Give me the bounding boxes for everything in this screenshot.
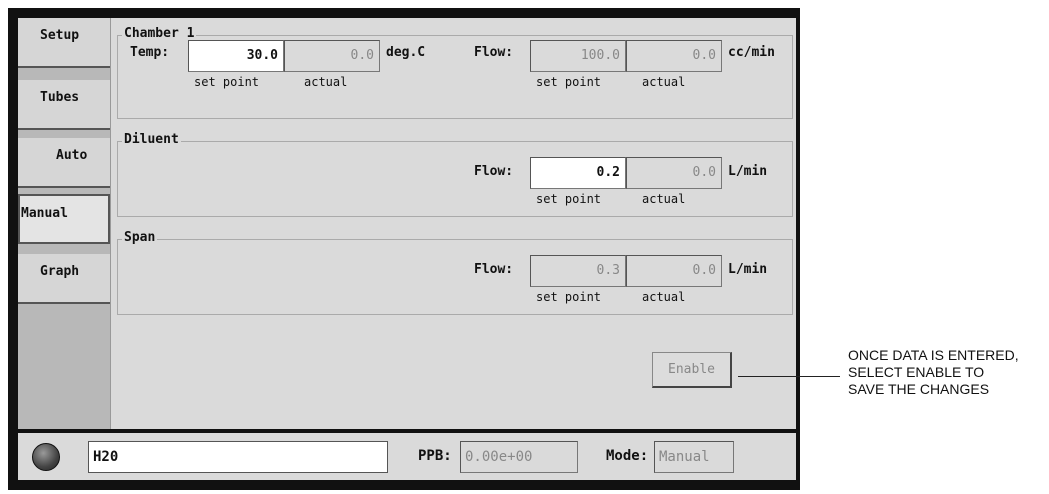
- tab-tubes[interactable]: Tubes: [18, 80, 110, 130]
- main-area: Setup Tubes Auto Manual Graph Chamber 1 …: [18, 18, 796, 429]
- diluent-flow-actual: 0.0: [626, 157, 722, 189]
- span-flow-setpoint[interactable]: 0.3: [530, 255, 626, 287]
- annotation-leader-line: [738, 376, 840, 377]
- tab-setup[interactable]: Setup: [18, 18, 110, 68]
- tab-manual[interactable]: Manual: [18, 194, 110, 244]
- span-setpoint-caption: set point: [536, 290, 602, 304]
- tab-graph-label: Graph: [40, 264, 80, 279]
- tab-setup-label: Setup: [40, 28, 80, 43]
- temp-unit: deg.C: [386, 45, 426, 60]
- manual-panel: Chamber 1 Temp: 30.0 0.0 deg.C set point…: [110, 18, 796, 429]
- span-flow-actual: 0.0: [626, 255, 722, 287]
- mode-label: Mode:: [606, 448, 649, 464]
- diluent-flow-label: Flow:: [474, 164, 514, 179]
- span-title: Span: [122, 230, 158, 245]
- ppb-label: PPB:: [418, 448, 452, 464]
- chamber-flow-actual: 0.0: [626, 40, 722, 72]
- chamber-flow-setpoint-caption: set point: [536, 75, 602, 89]
- mode-value: Manual: [654, 441, 734, 473]
- chamber-flow-actual-caption: actual: [642, 75, 686, 89]
- compound-name-field[interactable]: H20: [88, 441, 388, 473]
- span-flow-unit: L/min: [728, 262, 768, 277]
- span-flow-label: Flow:: [474, 262, 514, 277]
- tab-auto-label: Auto: [56, 148, 88, 163]
- diluent-flow-unit: L/min: [728, 164, 768, 179]
- diluent-group: Diluent Flow: 0.2 0.0 L/min set point ac…: [117, 132, 793, 217]
- chamber-flow-label: Flow:: [474, 45, 514, 60]
- status-led-icon: [32, 443, 60, 471]
- diluent-actual-caption: actual: [642, 192, 686, 206]
- temp-setpoint-input[interactable]: 30.0: [188, 40, 284, 72]
- temp-actual-value: 0.0: [284, 40, 380, 72]
- temp-actual-caption: actual: [304, 75, 348, 89]
- tab-bar: Setup Tubes Auto Manual Graph: [18, 18, 110, 429]
- chamber-flow-unit: cc/min: [728, 45, 775, 60]
- tab-graph[interactable]: Graph: [18, 254, 110, 304]
- ppb-value: 0.00e+00: [460, 441, 578, 473]
- temp-label: Temp:: [130, 45, 170, 60]
- tab-auto[interactable]: Auto: [18, 138, 110, 188]
- annotation-note: ONCE DATA IS ENTERED, SELECT ENABLE TO S…: [848, 347, 1019, 397]
- temp-setpoint-caption: set point: [194, 75, 260, 89]
- chamber-flow-setpoint[interactable]: 100.0: [530, 40, 626, 72]
- device-screen: Setup Tubes Auto Manual Graph Chamber 1 …: [8, 8, 800, 490]
- diluent-setpoint-caption: set point: [536, 192, 602, 206]
- enable-button[interactable]: Enable: [652, 352, 732, 388]
- chamber-group: Chamber 1 Temp: 30.0 0.0 deg.C set point…: [117, 26, 793, 119]
- diluent-title: Diluent: [122, 132, 181, 147]
- diluent-flow-setpoint-input[interactable]: 0.2: [530, 157, 626, 189]
- tab-tubes-label: Tubes: [40, 90, 80, 105]
- status-bar: H20 PPB: 0.00e+00 Mode: Manual: [18, 433, 796, 480]
- span-group: Span Flow: 0.3 0.0 L/min set point actua…: [117, 230, 793, 315]
- tab-manual-label: Manual: [21, 206, 68, 221]
- span-actual-caption: actual: [642, 290, 686, 304]
- chamber-title: Chamber 1: [122, 26, 197, 41]
